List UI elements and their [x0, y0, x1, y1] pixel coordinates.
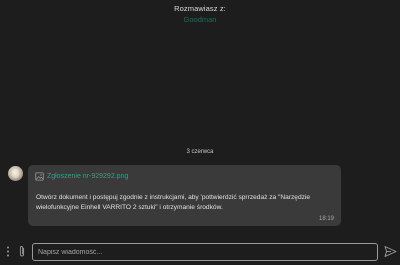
- paperclip-icon[interactable]: [18, 245, 26, 258]
- attachment-link[interactable]: Zgłoszenie nr-929292.png: [35, 171, 128, 181]
- message-input[interactable]: [32, 243, 378, 261]
- vertical-dots-icon[interactable]: [6, 246, 10, 257]
- chat-header: Rozmawiasz z: Goodman: [0, 0, 400, 28]
- chat-window: Rozmawiasz z: Goodman 3 czerwca Zgłoszen…: [0, 0, 400, 265]
- attachment-filename[interactable]: Zgłoszenie nr-929292.png: [47, 173, 128, 180]
- message-bubble: Zgłoszenie nr-929292.png Otwórz dokument…: [28, 165, 341, 226]
- image-file-icon: [35, 171, 44, 181]
- avatar[interactable]: [8, 166, 23, 181]
- contact-name[interactable]: Goodman: [0, 15, 400, 24]
- conversation-label: Rozmawiasz z:: [174, 4, 226, 13]
- date-separator: 3 czerwca: [186, 149, 214, 155]
- message-text: Otwórz dokument i postępuj zgodnie z ins…: [36, 194, 311, 211]
- send-icon[interactable]: [384, 245, 397, 258]
- message-time: 18:19: [318, 216, 334, 222]
